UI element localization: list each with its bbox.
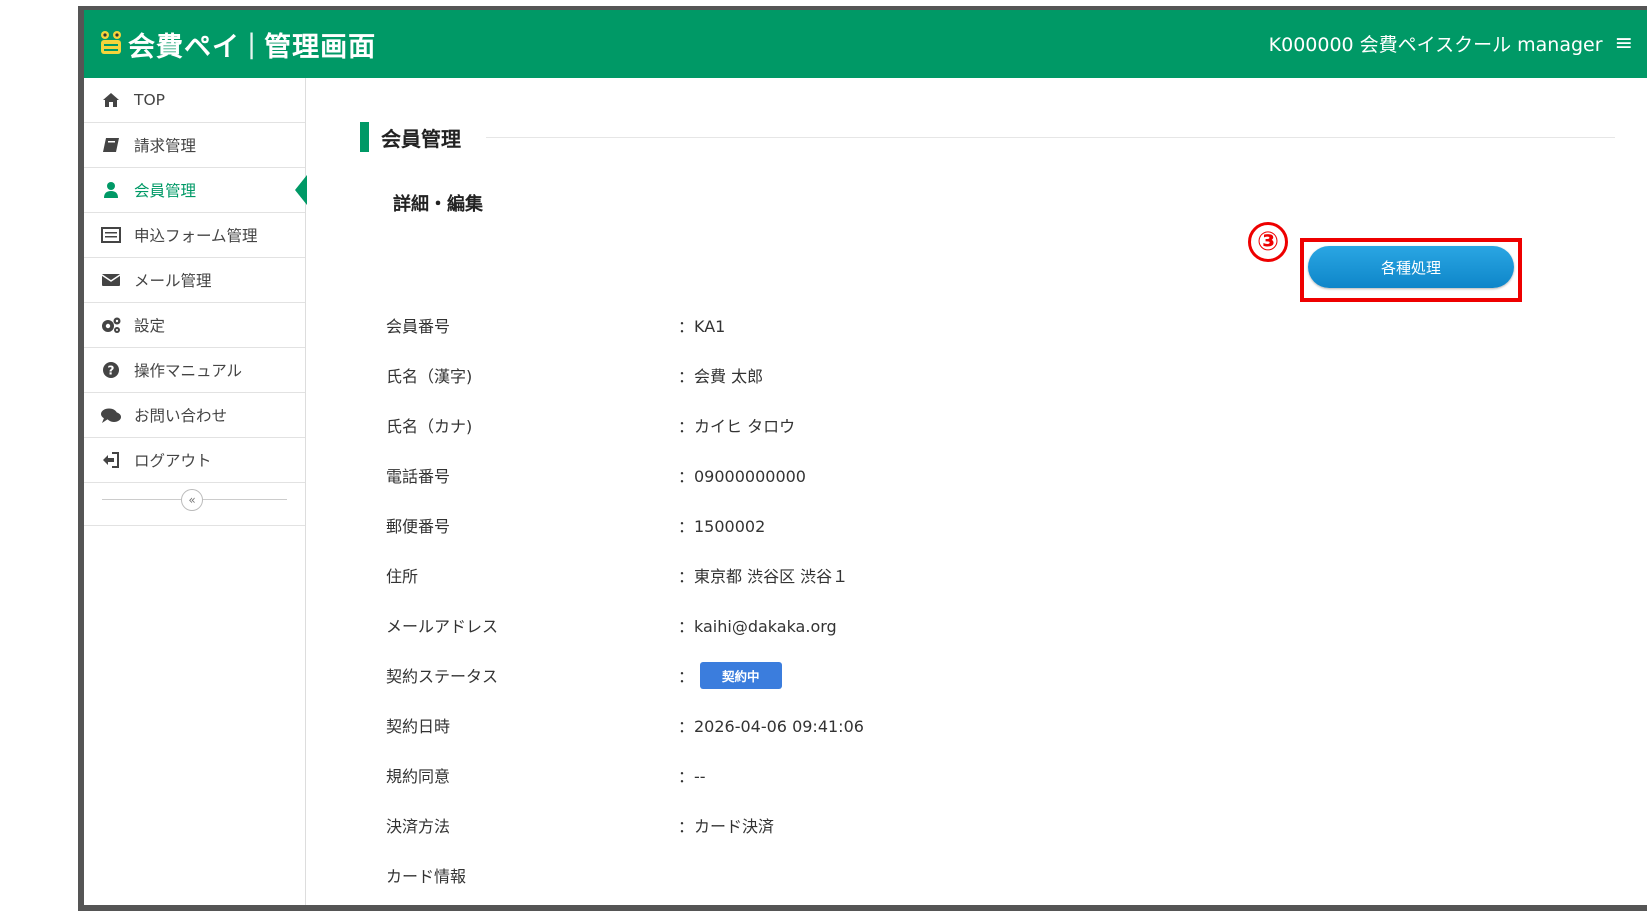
envelope-icon: [100, 270, 122, 290]
member-detail-list: 会員番号 ：KA1 氏名（漢字) ：会費 太郎 氏名（カナ) ：カイヒ タロウ …: [386, 300, 1647, 900]
various-actions-button[interactable]: 各種処理: [1308, 246, 1514, 288]
gears-icon: [100, 315, 122, 335]
sidebar-item-label: ログアウト: [134, 452, 212, 470]
detail-row-payment-method: 決済方法 ：カード決済: [386, 800, 1647, 850]
field-value-prefix: ：: [678, 667, 695, 686]
detail-row-name-kanji: 氏名（漢字) ：会費 太郎: [386, 350, 1647, 400]
field-label: 決済方法: [386, 817, 451, 836]
field-value: ：KA1: [678, 317, 726, 336]
user-icon: [100, 180, 122, 200]
field-value: ：会費 太郎: [678, 367, 764, 386]
field-label: カード情報: [386, 867, 467, 886]
page-title-text: 会員管理: [381, 126, 461, 151]
page-title: 会員管理: [360, 122, 461, 152]
sidebar-item-contact[interactable]: お問い合わせ: [84, 393, 305, 438]
field-value: ：カード決済: [678, 817, 775, 836]
sidebar-item-label: 操作マニュアル: [134, 362, 243, 380]
field-label: 契約ステータス: [386, 667, 499, 686]
sidebar-collapse-row: «: [84, 483, 305, 526]
field-label: 郵便番号: [386, 517, 451, 536]
field-value: ：kaihi@dakaka.org: [678, 617, 837, 636]
title-accent-bar: [360, 122, 369, 152]
status-badge: 契約中: [700, 661, 782, 689]
field-value: ：1500002: [678, 517, 766, 536]
field-label: 規約同意: [386, 767, 451, 786]
field-value: ：09000000000: [678, 467, 806, 486]
sidebar-item-manual[interactable]: ? 操作マニュアル: [84, 348, 305, 393]
frog-logo-icon: [98, 29, 124, 59]
sidebar-item-logout[interactable]: ログアウト: [84, 438, 305, 483]
field-value: ： 契約中: [678, 661, 782, 689]
sidebar-item-label: 会員管理: [134, 182, 197, 200]
sidebar-item-settings[interactable]: 設定: [84, 303, 305, 348]
svg-text:?: ?: [108, 364, 115, 378]
detail-row-member-number: 会員番号 ：KA1: [386, 300, 1647, 350]
sidebar-item-forms[interactable]: 申込フォーム管理: [84, 213, 305, 258]
detail-row-terms-agreement: 規約同意 ：--: [386, 750, 1647, 800]
detail-row-address: 住所 ：東京都 渋谷区 渋谷１: [386, 550, 1647, 600]
sidebar-item-label: 設定: [134, 317, 166, 335]
collapse-sidebar-button[interactable]: «: [181, 489, 203, 511]
detail-row-card-info: カード情報: [386, 850, 1647, 900]
browser-frame: 会費ペイ | 管理画面 K000000 会費ペイスクール manager ≡ T…: [78, 6, 1647, 911]
account-name: K000000 会費ペイスクール manager: [1268, 34, 1603, 56]
detail-row-contract-status: 契約ステータス ： 契約中: [386, 650, 1647, 700]
field-label: 氏名（カナ): [386, 417, 473, 436]
detail-edit-heading: 詳細・編集: [393, 194, 483, 215]
detail-row-contract-date: 契約日時 ：2026-04-06 09:41:06: [386, 700, 1647, 750]
logo-subtitle: 管理画面: [264, 31, 377, 63]
main-content: 会員管理 詳細・編集 ③ 各種処理 会員番号 ：KA1 氏名（漢字) ：会費 太…: [306, 78, 1647, 905]
field-value: ：カイヒ タロウ: [678, 417, 796, 436]
sidebar-item-mail[interactable]: メール管理: [84, 258, 305, 303]
detail-row-name-kana: 氏名（カナ) ：カイヒ タロウ: [386, 400, 1647, 450]
sidebar-item-top[interactable]: TOP: [84, 78, 305, 123]
book-icon: [100, 135, 122, 155]
sidebar-item-label: TOP: [134, 91, 166, 109]
list-icon: [100, 225, 122, 245]
logo-separator: |: [247, 28, 258, 60]
sidebar-item-label: 請求管理: [134, 137, 197, 155]
app-logo[interactable]: 会費ペイ | 管理画面: [98, 24, 376, 64]
field-label: 住所: [386, 567, 419, 586]
sidebar: TOP 請求管理 会員管理 申込フォーム管理 メール管理 設定 ? 操作マニュア…: [84, 78, 307, 905]
sidebar-item-members[interactable]: 会員管理: [84, 168, 307, 213]
field-label: メールアドレス: [386, 617, 499, 636]
field-value: ：--: [678, 767, 706, 786]
field-value: ：東京都 渋谷区 渋谷１: [678, 567, 849, 586]
sidebar-item-billing[interactable]: 請求管理: [84, 123, 305, 168]
app-header: 会費ペイ | 管理画面 K000000 会費ペイスクール manager ≡: [84, 10, 1647, 78]
field-label: 契約日時: [386, 717, 451, 736]
sidebar-item-label: お問い合わせ: [134, 407, 228, 425]
account-info: K000000 会費ペイスクール manager ≡: [1269, 30, 1633, 57]
sidebar-item-label: メール管理: [134, 272, 212, 290]
logout-icon: [100, 450, 122, 470]
detail-row-phone: 電話番号 ：09000000000: [386, 450, 1647, 500]
question-icon: ?: [100, 360, 122, 380]
hamburger-icon[interactable]: ≡: [1615, 32, 1633, 55]
step-marker: ③: [1248, 222, 1288, 262]
detail-row-email: メールアドレス ：kaihi@dakaka.org: [386, 600, 1647, 650]
title-divider: [486, 137, 1615, 138]
sidebar-item-label: 申込フォーム管理: [134, 227, 258, 245]
field-label: 会員番号: [386, 317, 451, 336]
field-label: 氏名（漢字): [386, 367, 473, 386]
field-label: 電話番号: [386, 467, 451, 486]
logo-text: 会費ペイ: [128, 31, 240, 63]
field-value: ：2026-04-06 09:41:06: [678, 717, 864, 736]
detail-row-postal-code: 郵便番号 ：1500002: [386, 500, 1647, 550]
home-icon: [100, 90, 122, 110]
chat-icon: [100, 405, 122, 425]
